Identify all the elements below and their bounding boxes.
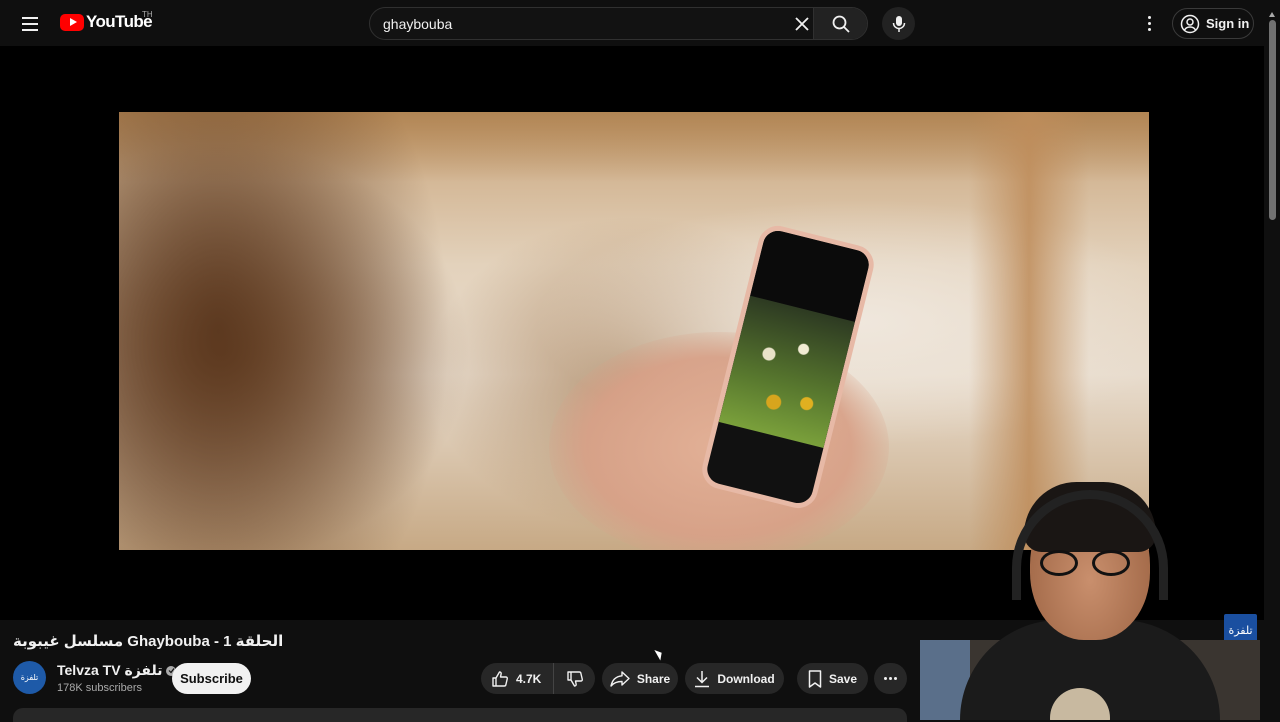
bookmark-icon: [808, 669, 822, 688]
video-title: مسلسل غيبوبة Ghaybouba - 1 الحلقة: [13, 633, 284, 650]
scrollbar-thumb[interactable]: [1269, 20, 1276, 220]
download-icon: [695, 670, 710, 687]
guide-menu-button[interactable]: [14, 8, 46, 40]
search-box: [369, 7, 868, 40]
voice-search-button[interactable]: [882, 7, 915, 40]
share-button[interactable]: Share: [602, 663, 678, 694]
sign-in-button[interactable]: Sign in: [1172, 8, 1254, 39]
channel-name[interactable]: Telvza TV تلفزة: [57, 662, 177, 679]
thumb-up-icon: [492, 670, 508, 687]
download-button[interactable]: Download: [685, 663, 784, 694]
like-dislike-group: 4.7K: [481, 663, 595, 694]
mic-icon: [892, 15, 905, 32]
channel-avatar[interactable]: تلفزة: [13, 661, 46, 694]
search-input[interactable]: [370, 8, 816, 39]
search-icon: [832, 15, 850, 33]
like-count: 4.7K: [516, 671, 542, 686]
channel-name-text: Telvza TV تلفزة: [57, 662, 163, 678]
close-icon: [795, 17, 809, 31]
scroll-up-arrow[interactable]: [1269, 12, 1275, 17]
more-actions-button[interactable]: [874, 663, 907, 694]
subscriber-count: 178K subscribers: [57, 682, 142, 694]
country-code: TH: [142, 10, 153, 19]
masthead: YouTube TH ghaybouba Sign in: [0, 0, 1280, 46]
subscribe-button[interactable]: Subscribe: [172, 663, 251, 694]
sign-in-label: Sign in: [1206, 16, 1250, 31]
settings-menu-button[interactable]: [1138, 12, 1160, 34]
download-label: Download: [717, 671, 775, 686]
thumb-down-icon: [566, 670, 583, 687]
more-horiz-icon: [884, 677, 887, 680]
search-button[interactable]: [813, 8, 867, 39]
youtube-home-logo[interactable]: YouTube TH: [60, 10, 153, 32]
save-button[interactable]: Save: [797, 663, 868, 694]
streamer-webcam-overlay: [920, 470, 1260, 720]
share-icon: [610, 670, 630, 687]
menu-icon: [22, 17, 38, 31]
youtube-logo-icon: [60, 13, 84, 31]
more-vert-icon: [1147, 15, 1151, 19]
save-label: Save: [828, 671, 858, 686]
share-label: Share: [636, 671, 671, 686]
like-button[interactable]: 4.7K: [481, 663, 554, 694]
clear-search-button[interactable]: [790, 14, 814, 34]
dislike-button[interactable]: [554, 663, 595, 694]
page-scrollbar[interactable]: [1268, 12, 1276, 720]
account-circle-icon: [1180, 14, 1200, 33]
